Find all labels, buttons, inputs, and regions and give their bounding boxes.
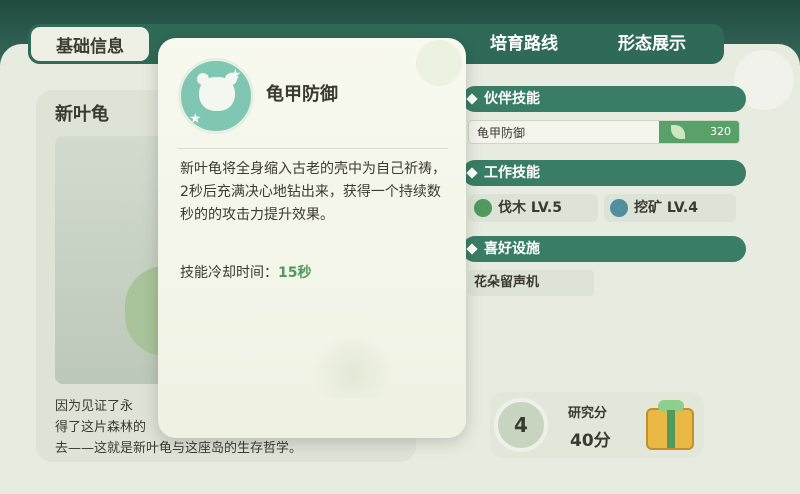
star-icon: ★ — [229, 67, 242, 83]
research-level-badge: 4 — [494, 398, 548, 452]
gift-ribbon — [667, 410, 675, 448]
favorite-facility-header: 喜好设施 — [462, 236, 746, 262]
skill-bear-icon: ★ ★ — [178, 58, 254, 134]
partner-skill-title: 伙伴技能 — [484, 91, 540, 107]
tab-basic-info[interactable]: 基础信息 — [28, 24, 152, 64]
popup-skill-title: 龟甲防御 — [266, 84, 338, 105]
pet-name: 新叶龟 — [55, 104, 109, 125]
diamond-icon — [466, 243, 478, 255]
cooldown-value: 15秒 — [278, 265, 312, 281]
favorite-facility-title: 喜好设施 — [484, 241, 540, 257]
favorite-facility-item[interactable]: 花朵留声机 — [468, 270, 594, 296]
pet-description-line: 去——这就是新叶龟与这座岛的生存哲学。 — [55, 441, 303, 456]
partner-skill-name: 龟甲防御 — [477, 126, 526, 140]
diamond-icon — [466, 167, 478, 179]
popup-divider — [178, 148, 448, 149]
partner-skill-header: 伙伴技能 — [462, 86, 746, 112]
gift-box-icon[interactable] — [646, 400, 694, 450]
popup-cooldown: 技能冷却时间：15秒 — [180, 262, 311, 282]
tab-form-display[interactable]: 形态展示 — [590, 24, 714, 64]
work-skill-logging[interactable]: 伐木 LV.5 — [468, 194, 598, 222]
work-skill-title: 工作技能 — [484, 165, 540, 181]
leaf-icon — [671, 125, 685, 139]
skill-detail-popup: ★ ★ 龟甲防御 新叶龟将全身缩入古老的壳中为自己祈祷，2秒后充满决心地钻出来，… — [158, 38, 466, 438]
diamond-icon — [466, 93, 478, 105]
research-value: 40分 — [570, 431, 611, 451]
work-skill-header: 工作技能 — [462, 160, 746, 186]
partner-skill-value: 320 — [710, 125, 731, 138]
popup-skill-description: 新叶龟将全身缩入古老的壳中为自己祈祷，2秒后充满决心地钻出来，获得一个持续数秒的… — [180, 161, 446, 223]
leaf-mascot-icon — [414, 38, 464, 88]
skill-progress-fill: 320 — [659, 121, 739, 143]
work-skill-label: 伐木 LV.5 — [498, 200, 562, 216]
work-skill-label: 挖矿 LV.4 — [634, 200, 698, 216]
tab-training-route[interactable]: 培育路线 — [462, 24, 586, 64]
partner-skill-bar[interactable]: 龟甲防御 320 — [468, 120, 740, 144]
research-label: 研究分 — [568, 406, 608, 421]
pickaxe-icon — [610, 199, 628, 217]
tree-watermark — [308, 338, 398, 398]
axe-icon — [474, 199, 492, 217]
work-skill-mining[interactable]: 挖矿 LV.4 — [604, 194, 736, 222]
star-icon: ★ — [189, 111, 202, 127]
cooldown-label: 技能冷却时间： — [180, 265, 278, 281]
